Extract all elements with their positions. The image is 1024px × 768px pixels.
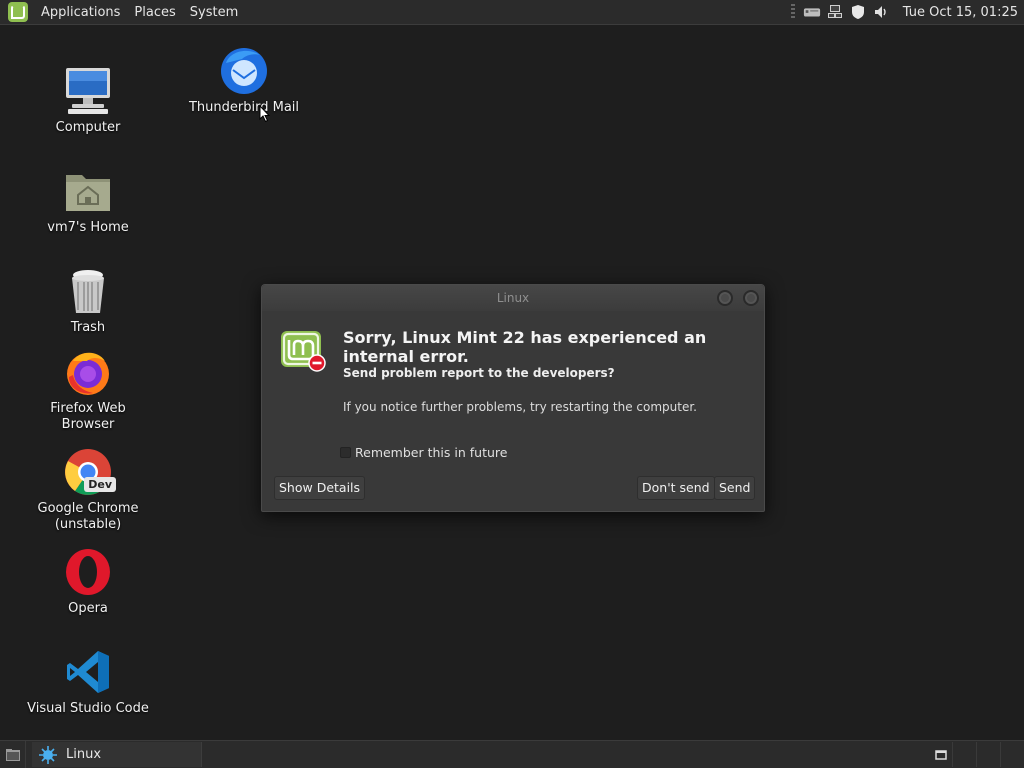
remember-option[interactable]: Remember this in future	[340, 445, 507, 460]
desktop-icon-label: Visual Studio Code	[27, 701, 149, 716]
shield-icon[interactable]	[849, 4, 867, 20]
show-desktop-button[interactable]	[0, 741, 26, 768]
mint-error-icon	[281, 331, 326, 372]
desktop-icon-label: Google Chrome	[37, 501, 139, 516]
desktop-icon-vscode[interactable]: Visual Studio Code	[23, 646, 153, 717]
workspace-2[interactable]	[976, 742, 1000, 767]
vscode-icon	[62, 646, 114, 698]
desktop-icon-label: Computer	[55, 120, 121, 135]
top-panel: Applications Places System Tue Oct 15, 0…	[0, 0, 1024, 25]
desktop-icon-label: Trash	[70, 320, 106, 335]
error-message: If you notice further problems, try rest…	[343, 400, 697, 414]
desktop-icon-opera[interactable]: Opera	[23, 546, 153, 617]
show-desktop-icon	[5, 748, 20, 761]
remember-checkbox[interactable]	[340, 447, 351, 458]
dont-send-button[interactable]: Don't send	[637, 476, 715, 500]
desktop-icon-firefox[interactable]: Firefox Web Browser	[23, 346, 153, 433]
error-question: Send problem report to the developers?	[343, 366, 615, 380]
window-list-button[interactable]	[930, 743, 952, 766]
thunderbird-icon	[218, 45, 270, 97]
dialog-window-title: Linux	[496, 291, 530, 305]
desktop-icon-label: vm7's Home	[47, 220, 129, 235]
crash-report-icon	[39, 745, 57, 764]
remember-label: Remember this in future	[355, 445, 508, 460]
menu-applications[interactable]: Applications	[34, 5, 127, 20]
bottom-panel: Linux	[0, 740, 1024, 768]
show-details-button[interactable]: Show Details	[274, 476, 366, 500]
desktop-icon-thunderbird[interactable]: Thunderbird Mail	[179, 45, 309, 116]
desktop-icon-home[interactable]: vm7's Home	[23, 165, 153, 236]
desktop-icon-label-line2: (unstable)	[54, 517, 122, 532]
trash-icon	[62, 265, 114, 317]
workspace-3[interactable]	[1000, 742, 1024, 767]
drive-icon[interactable]	[803, 4, 821, 20]
chrome-dev-icon: Dev	[62, 446, 116, 498]
dev-badge: Dev	[84, 477, 116, 492]
desktop-icon-label: Firefox Web Browser	[50, 401, 126, 432]
menu-places[interactable]: Places	[127, 5, 182, 20]
home-folder-icon	[62, 165, 114, 217]
minimize-button[interactable]	[717, 290, 733, 306]
computer-icon	[62, 65, 114, 117]
mouse-cursor-icon	[259, 105, 271, 123]
system-tray: Tue Oct 15, 01:25	[790, 0, 1024, 24]
tray-separator	[790, 4, 795, 20]
desktop-icon-chrome[interactable]: Dev Google Chrome (unstable)	[23, 446, 153, 533]
mint-menu-icon[interactable]	[8, 2, 28, 22]
desktop-icon-computer[interactable]: Computer	[23, 65, 153, 136]
desktop-icon-label: Opera	[68, 601, 108, 616]
send-button[interactable]: Send	[714, 476, 756, 500]
taskbar-item-label: Linux	[66, 747, 102, 762]
menu-system[interactable]: System	[183, 5, 245, 20]
firefox-icon	[62, 346, 114, 398]
dialog-titlebar[interactable]: Linux	[262, 285, 764, 311]
error-heading: Sorry, Linux Mint 22 has experienced an …	[343, 328, 707, 366]
desktop-icon-label: Thunderbird Mail	[188, 100, 300, 115]
workspace-1[interactable]	[952, 742, 976, 767]
window-icon	[935, 749, 947, 760]
taskbar-item-linux[interactable]: Linux	[32, 742, 202, 767]
error-dialog: Linux Sorry, Linux Mint 22 has experienc…	[261, 284, 765, 512]
volume-icon[interactable]	[872, 4, 890, 20]
opera-icon	[62, 546, 114, 598]
network-icon[interactable]	[826, 4, 844, 20]
clock[interactable]: Tue Oct 15, 01:25	[903, 5, 1018, 20]
close-button[interactable]	[743, 290, 759, 306]
desktop-icon-trash[interactable]: Trash	[23, 265, 153, 336]
